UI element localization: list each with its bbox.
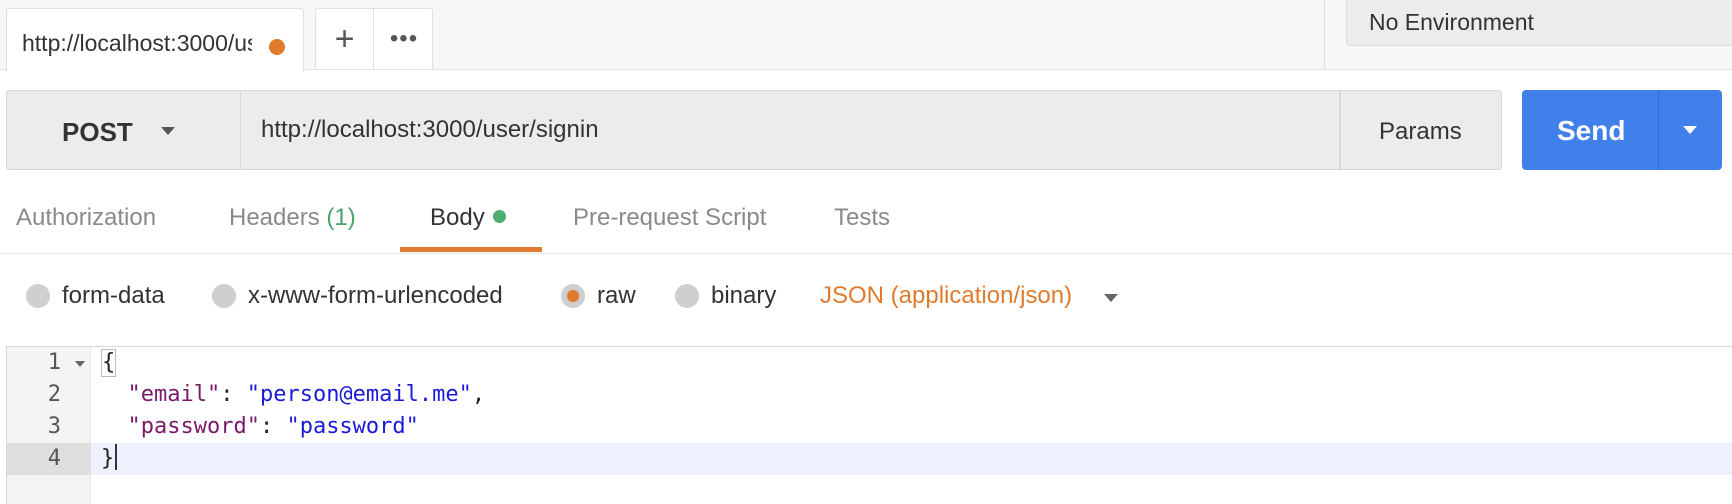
- method-dropdown[interactable]: POST: [6, 90, 240, 170]
- body-set-indicator-icon: [492, 210, 506, 223]
- send-button[interactable]: Send: [1522, 90, 1722, 170]
- environment-label: No Environment: [1369, 9, 1534, 35]
- request-section-tabs: Authorization Headers (1) Body Pre-reque…: [0, 194, 1732, 254]
- code-text: {: [101, 347, 117, 379]
- fold-chevron-down-icon[interactable]: [75, 361, 85, 367]
- chevron-down-icon: [161, 127, 175, 135]
- request-tab-label: http://localhost:3000/user/signin: [22, 30, 252, 56]
- url-field[interactable]: [240, 90, 1340, 170]
- text-cursor: [115, 444, 118, 470]
- send-label: Send: [1557, 115, 1626, 146]
- radio-urlencoded-label: x-www-form-urlencoded: [248, 282, 503, 309]
- line-number: 3: [47, 414, 61, 439]
- radio-form-data[interactable]: form-data: [26, 280, 165, 312]
- code-line[interactable]: 2 "email": "person@email.me",: [7, 379, 1732, 411]
- active-tab-indicator: [400, 247, 542, 252]
- radio-raw[interactable]: raw: [561, 280, 636, 312]
- divider: [1324, 0, 1325, 70]
- radio-urlencoded-icon[interactable]: [212, 284, 236, 308]
- line-number: 4: [7, 443, 91, 475]
- tab-tests[interactable]: Tests: [834, 204, 890, 232]
- json-string: "password": [286, 414, 419, 439]
- tab-authorization[interactable]: Authorization: [16, 204, 156, 232]
- radio-binary-icon[interactable]: [675, 284, 699, 308]
- tab-authorization-label: Authorization: [16, 204, 157, 231]
- tab-pre-request-label: Pre-request Script: [573, 204, 767, 231]
- tab-bar: http://localhost:3000/user/signin + ••• …: [0, 0, 1732, 71]
- tab-body[interactable]: Body: [430, 204, 506, 232]
- send-divider: [1658, 90, 1659, 170]
- radio-urlencoded[interactable]: x-www-form-urlencoded: [212, 280, 503, 312]
- tab-pre-request-script[interactable]: Pre-request Script: [573, 204, 766, 232]
- method-label: POST: [62, 117, 133, 147]
- tab-actions: + •••: [315, 8, 433, 70]
- json-key: "password": [127, 414, 260, 439]
- content-type-chevron-down-icon[interactable]: [1104, 294, 1118, 302]
- line-number: 2: [47, 382, 61, 407]
- tab-body-label: Body: [430, 204, 485, 231]
- unsaved-changes-icon: [269, 39, 285, 55]
- radio-form-data-label: form-data: [62, 282, 165, 309]
- code-text: }: [101, 443, 118, 475]
- radio-binary-label: binary: [711, 282, 777, 309]
- url-input[interactable]: [261, 111, 1321, 149]
- body-type-options: form-data x-www-form-urlencoded raw bina…: [0, 276, 1732, 316]
- tab-tests-label: Tests: [834, 204, 891, 231]
- plus-icon[interactable]: +: [316, 9, 374, 69]
- params-label: Params: [1379, 118, 1462, 145]
- body-code-editor[interactable]: 1 { 2 "email": "person@email.me", 3 "pas…: [6, 346, 1732, 504]
- radio-form-data-icon[interactable]: [26, 284, 50, 308]
- closing-brace: }: [101, 446, 115, 471]
- headers-count-badge: (1): [326, 204, 356, 231]
- code-line[interactable]: 1 {: [7, 347, 1732, 379]
- json-key: "email": [127, 382, 221, 407]
- radio-binary[interactable]: binary: [675, 280, 776, 312]
- ellipsis-icon[interactable]: •••: [375, 9, 433, 69]
- send-options-chevron-down-icon[interactable]: [1683, 126, 1697, 134]
- code-line[interactable]: 3 "password": "password": [7, 411, 1732, 443]
- content-type-dropdown[interactable]: JSON (application/json): [820, 282, 1072, 310]
- matching-brace: {: [101, 349, 117, 377]
- code-text: "email": "person@email.me",: [127, 382, 486, 407]
- radio-raw-label: raw: [597, 282, 636, 309]
- environment-select[interactable]: No Environment: [1346, 0, 1732, 46]
- tab-headers[interactable]: Headers (1): [229, 204, 356, 232]
- params-button[interactable]: Params: [1340, 90, 1502, 170]
- code-line-active[interactable]: 4 }: [7, 443, 1732, 475]
- json-string: "person@email.me": [246, 382, 472, 407]
- radio-raw-selected-icon[interactable]: [561, 284, 585, 308]
- code-text: "password": "password": [127, 414, 419, 439]
- request-tab[interactable]: http://localhost:3000/user/signin: [6, 8, 304, 71]
- tab-headers-label: Headers: [229, 204, 320, 231]
